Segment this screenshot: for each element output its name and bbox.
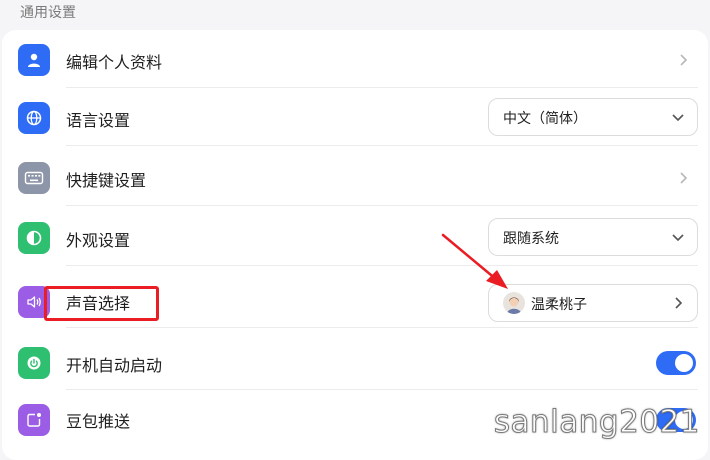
notification-icon — [18, 404, 50, 436]
person-icon — [18, 44, 50, 76]
keyboard-icon — [18, 162, 50, 194]
settings-row-push-label: 豆包推送 — [66, 412, 131, 431]
voice-select-button[interactable]: 温柔桃子 — [488, 284, 698, 322]
language-select-value: 中文（简体） — [503, 111, 587, 127]
power-icon — [18, 347, 50, 379]
section-title: 通用设置 — [20, 5, 76, 21]
appearance-select-value: 跟随系统 — [503, 231, 559, 247]
settings-row-language-label: 语言设置 — [66, 111, 131, 130]
half-circle-icon — [18, 222, 50, 254]
settings-row-language: 语言设置 中文（简体） — [2, 90, 708, 146]
settings-row-profile[interactable]: 编辑个人资料 — [2, 32, 708, 88]
chevron-down-icon — [672, 114, 684, 122]
settings-row-shortcut[interactable]: 快捷键设置 — [2, 150, 708, 206]
chevron-right-icon — [680, 172, 688, 184]
chevron-right-icon — [675, 297, 683, 309]
chevron-right-icon — [680, 54, 688, 66]
toggle-knob — [675, 354, 693, 372]
settings-row-shortcut-label: 快捷键设置 — [66, 171, 147, 190]
settings-row-profile-label: 编辑个人资料 — [66, 53, 163, 72]
appearance-select[interactable]: 跟随系统 — [488, 218, 698, 256]
settings-row-startup: 开机自动启动 — [2, 334, 708, 390]
startup-toggle[interactable] — [656, 351, 696, 375]
voice-avatar — [503, 292, 525, 314]
settings-card: 编辑个人资料 语言设置 中文（简体） 快捷键设置 外观设置 跟随系统 声音选择 … — [2, 30, 708, 460]
voice-select-value: 温柔桃子 — [531, 297, 587, 313]
settings-row-startup-label: 开机自动启动 — [66, 356, 163, 375]
watermark-text: sanlang2021 — [493, 404, 700, 441]
chevron-down-icon — [672, 234, 684, 242]
globe-icon — [18, 102, 50, 134]
language-select[interactable]: 中文（简体） — [488, 98, 698, 136]
settings-row-appearance: 外观设置 跟随系统 — [2, 210, 708, 266]
annotation-highlight-box — [44, 286, 159, 321]
settings-row-appearance-label: 外观设置 — [66, 231, 131, 250]
